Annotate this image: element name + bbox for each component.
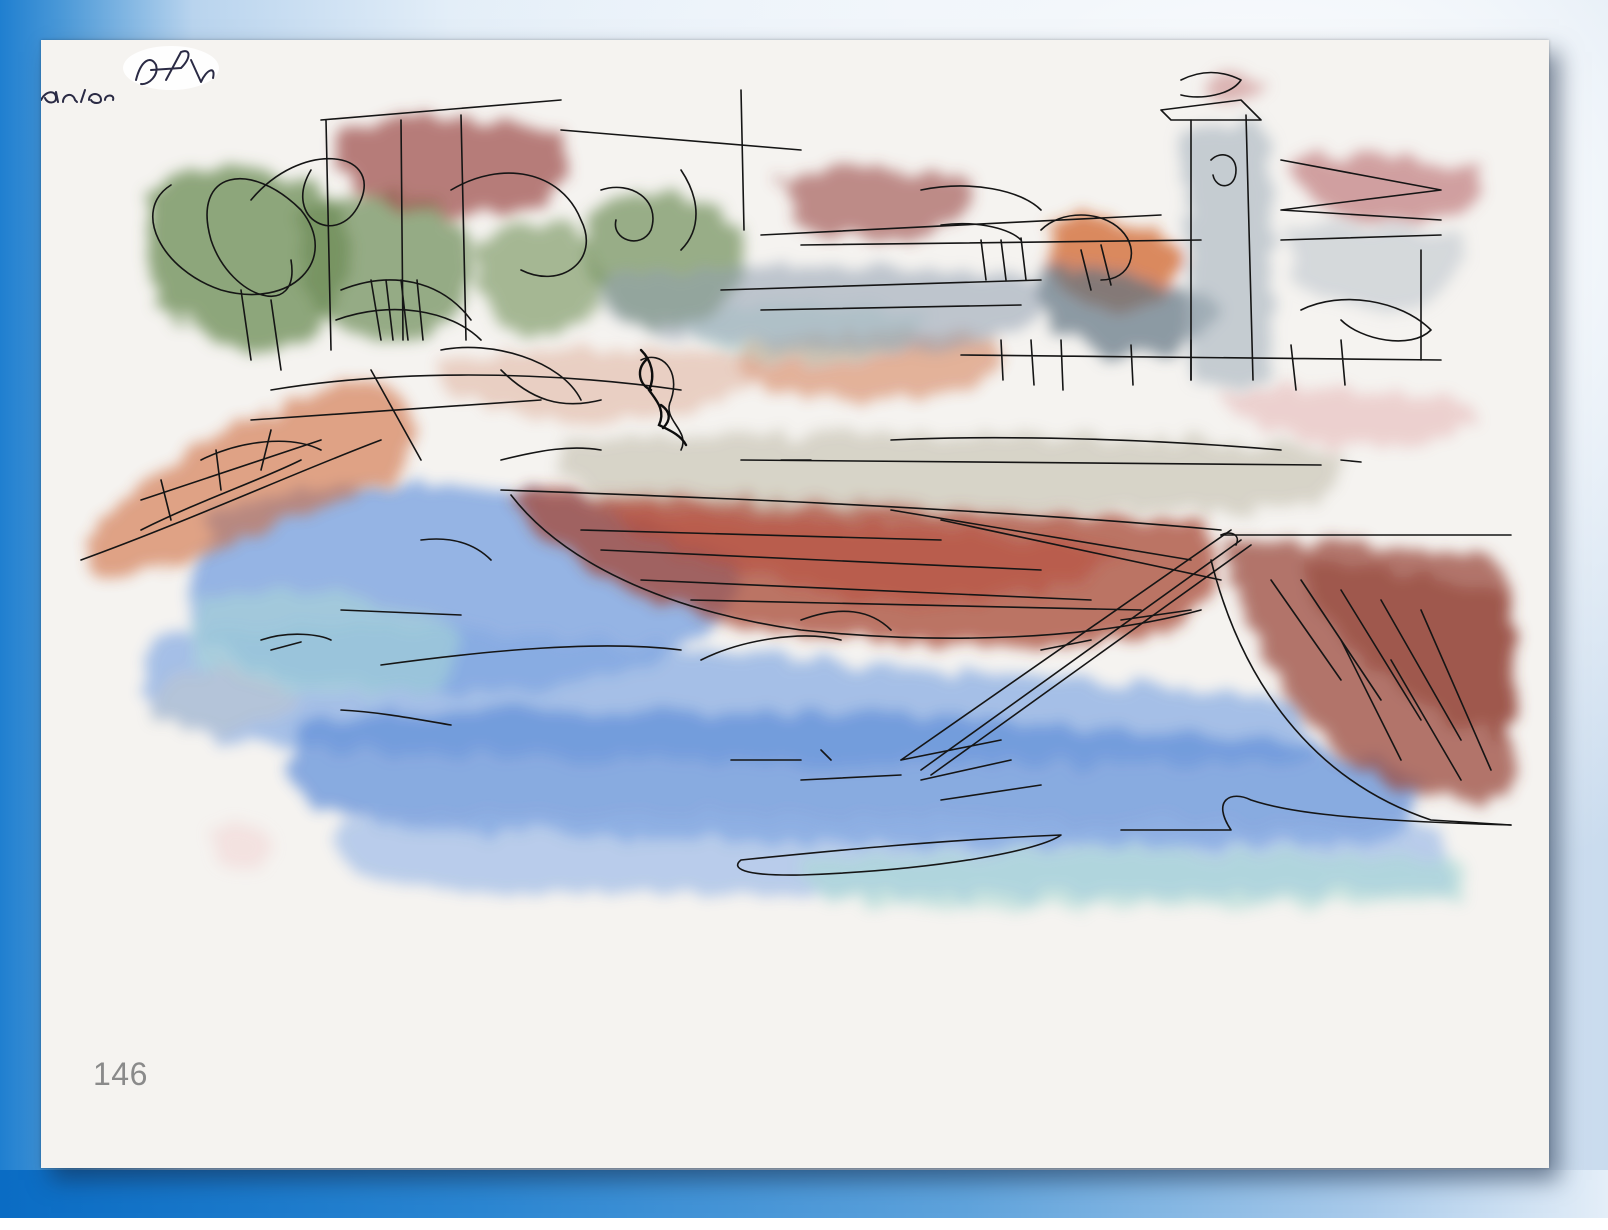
bottom-gradient-band xyxy=(0,1170,1608,1230)
backdrop: 146 xyxy=(0,0,1608,1230)
page-number: 146 xyxy=(93,1056,148,1092)
watercolor-sketch xyxy=(80,71,1512,907)
sketch-page: 146 xyxy=(41,40,1549,1168)
artist-signature xyxy=(41,46,219,104)
